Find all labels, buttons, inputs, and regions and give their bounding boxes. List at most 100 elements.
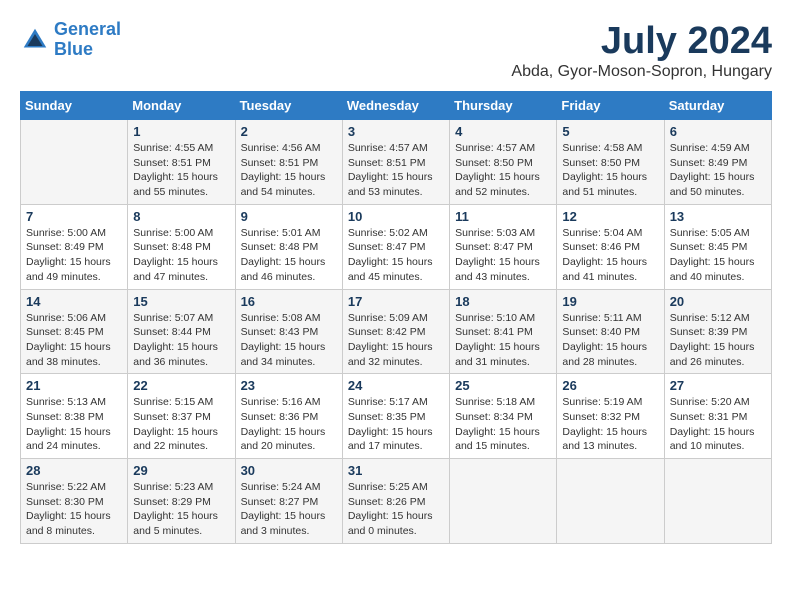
day-info: Sunrise: 5:18 AMSunset: 8:34 PMDaylight:… bbox=[455, 395, 551, 454]
calendar-week-row: 14Sunrise: 5:06 AMSunset: 8:45 PMDayligh… bbox=[21, 289, 772, 374]
day-info: Sunrise: 5:06 AMSunset: 8:45 PMDaylight:… bbox=[26, 311, 122, 370]
day-info: Sunrise: 5:04 AMSunset: 8:46 PMDaylight:… bbox=[562, 226, 658, 285]
day-number: 7 bbox=[26, 209, 122, 224]
day-number: 12 bbox=[562, 209, 658, 224]
day-info: Sunrise: 5:24 AMSunset: 8:27 PMDaylight:… bbox=[241, 480, 337, 539]
day-info: Sunrise: 5:12 AMSunset: 8:39 PMDaylight:… bbox=[670, 311, 766, 370]
header-day: Tuesday bbox=[235, 92, 342, 120]
day-info: Sunrise: 5:25 AMSunset: 8:26 PMDaylight:… bbox=[348, 480, 444, 539]
header-day: Wednesday bbox=[342, 92, 449, 120]
calendar-cell bbox=[664, 459, 771, 544]
calendar-cell: 27 Sunrise: 5:20 AMSunset: 8:31 PMDayligh… bbox=[664, 374, 771, 459]
day-info: Sunrise: 5:01 AMSunset: 8:48 PMDaylight:… bbox=[241, 226, 337, 285]
header-day: Friday bbox=[557, 92, 664, 120]
day-number: 19 bbox=[562, 294, 658, 309]
title-section: July 2024 Abda, Gyor-Moson-Sopron, Hunga… bbox=[511, 20, 772, 81]
calendar-cell: 24Sunrise: 5:17 AMSunset: 8:35 PMDayligh… bbox=[342, 374, 449, 459]
calendar-cell: 12 Sunrise: 5:04 AMSunset: 8:46 PMDayligh… bbox=[557, 204, 664, 289]
day-info: Sunrise: 5:13 AMSunset: 8:38 PMDaylight:… bbox=[26, 395, 122, 454]
day-info: Sunrise: 4:57 AMSunset: 8:51 PMDaylight:… bbox=[348, 141, 444, 200]
day-info: Sunrise: 4:59 AMSunset: 8:49 PMDaylight:… bbox=[670, 141, 766, 200]
day-info: Sunrise: 5:07 AMSunset: 8:44 PMDaylight:… bbox=[133, 311, 229, 370]
calendar-cell bbox=[21, 120, 128, 205]
calendar-cell: 15Sunrise: 5:07 AMSunset: 8:44 PMDayligh… bbox=[128, 289, 235, 374]
day-number: 26 bbox=[562, 378, 658, 393]
calendar-cell: 3 Sunrise: 4:57 AMSunset: 8:51 PMDaylight… bbox=[342, 120, 449, 205]
calendar-cell: 10Sunrise: 5:02 AMSunset: 8:47 PMDayligh… bbox=[342, 204, 449, 289]
day-info: Sunrise: 5:16 AMSunset: 8:36 PMDaylight:… bbox=[241, 395, 337, 454]
day-number: 2 bbox=[241, 124, 337, 139]
day-number: 4 bbox=[455, 124, 551, 139]
calendar-week-row: 28 Sunrise: 5:22 AMSunset: 8:30 PMDayligh… bbox=[21, 459, 772, 544]
day-info: Sunrise: 5:09 AMSunset: 8:42 PMDaylight:… bbox=[348, 311, 444, 370]
calendar-cell: 22Sunrise: 5:15 AMSunset: 8:37 PMDayligh… bbox=[128, 374, 235, 459]
calendar-cell: 28 Sunrise: 5:22 AMSunset: 8:30 PMDayligh… bbox=[21, 459, 128, 544]
day-info: Sunrise: 5:22 AMSunset: 8:30 PMDaylight:… bbox=[26, 480, 122, 539]
day-number: 25 bbox=[455, 378, 551, 393]
day-number: 8 bbox=[133, 209, 229, 224]
day-info: Sunrise: 5:20 AMSunset: 8:31 PMDaylight:… bbox=[670, 395, 766, 454]
day-info: Sunrise: 5:19 AMSunset: 8:32 PMDaylight:… bbox=[562, 395, 658, 454]
calendar-cell: 29 Sunrise: 5:23 AMSunset: 8:29 PMDayligh… bbox=[128, 459, 235, 544]
calendar-cell: 9 Sunrise: 5:01 AMSunset: 8:48 PMDaylight… bbox=[235, 204, 342, 289]
day-number: 31 bbox=[348, 463, 444, 478]
calendar-cell: 13Sunrise: 5:05 AMSunset: 8:45 PMDayligh… bbox=[664, 204, 771, 289]
day-number: 9 bbox=[241, 209, 337, 224]
calendar-cell: 17 Sunrise: 5:09 AMSunset: 8:42 PMDayligh… bbox=[342, 289, 449, 374]
day-info: Sunrise: 5:05 AMSunset: 8:45 PMDaylight:… bbox=[670, 226, 766, 285]
day-number: 23 bbox=[241, 378, 337, 393]
month-title: July 2024 bbox=[511, 20, 772, 63]
day-number: 18 bbox=[455, 294, 551, 309]
day-number: 5 bbox=[562, 124, 658, 139]
day-number: 3 bbox=[348, 124, 444, 139]
logo-icon bbox=[20, 25, 50, 55]
calendar-cell: 5 Sunrise: 4:58 AMSunset: 8:50 PMDaylight… bbox=[557, 120, 664, 205]
calendar-cell: 6 Sunrise: 4:59 AMSunset: 8:49 PMDaylight… bbox=[664, 120, 771, 205]
calendar-table: SundayMondayTuesdayWednesdayThursdayFrid… bbox=[20, 91, 772, 544]
day-info: Sunrise: 5:03 AMSunset: 8:47 PMDaylight:… bbox=[455, 226, 551, 285]
calendar-cell: 2 Sunrise: 4:56 AMSunset: 8:51 PMDaylight… bbox=[235, 120, 342, 205]
calendar-cell: 14Sunrise: 5:06 AMSunset: 8:45 PMDayligh… bbox=[21, 289, 128, 374]
day-number: 17 bbox=[348, 294, 444, 309]
logo: General Blue bbox=[20, 20, 121, 60]
calendar-cell bbox=[450, 459, 557, 544]
day-info: Sunrise: 4:56 AMSunset: 8:51 PMDaylight:… bbox=[241, 141, 337, 200]
calendar-week-row: 1Sunrise: 4:55 AMSunset: 8:51 PMDaylight… bbox=[21, 120, 772, 205]
calendar-cell: 7 Sunrise: 5:00 AMSunset: 8:49 PMDaylight… bbox=[21, 204, 128, 289]
calendar-cell: 30 Sunrise: 5:24 AMSunset: 8:27 PMDayligh… bbox=[235, 459, 342, 544]
day-number: 16 bbox=[241, 294, 337, 309]
day-number: 27 bbox=[670, 378, 766, 393]
calendar-week-row: 7 Sunrise: 5:00 AMSunset: 8:49 PMDaylight… bbox=[21, 204, 772, 289]
day-info: Sunrise: 5:17 AMSunset: 8:35 PMDaylight:… bbox=[348, 395, 444, 454]
calendar-cell: 21Sunrise: 5:13 AMSunset: 8:38 PMDayligh… bbox=[21, 374, 128, 459]
calendar-cell: 1Sunrise: 4:55 AMSunset: 8:51 PMDaylight… bbox=[128, 120, 235, 205]
calendar-cell: 11 Sunrise: 5:03 AMSunset: 8:47 PMDayligh… bbox=[450, 204, 557, 289]
calendar-cell: 25 Sunrise: 5:18 AMSunset: 8:34 PMDayligh… bbox=[450, 374, 557, 459]
day-number: 20 bbox=[670, 294, 766, 309]
day-info: Sunrise: 5:10 AMSunset: 8:41 PMDaylight:… bbox=[455, 311, 551, 370]
calendar-cell: 20 Sunrise: 5:12 AMSunset: 8:39 PMDayligh… bbox=[664, 289, 771, 374]
day-number: 6 bbox=[670, 124, 766, 139]
day-info: Sunrise: 5:11 AMSunset: 8:40 PMDaylight:… bbox=[562, 311, 658, 370]
calendar-cell: 18 Sunrise: 5:10 AMSunset: 8:41 PMDayligh… bbox=[450, 289, 557, 374]
calendar-cell: 31 Sunrise: 5:25 AMSunset: 8:26 PMDayligh… bbox=[342, 459, 449, 544]
day-number: 28 bbox=[26, 463, 122, 478]
day-info: Sunrise: 5:00 AMSunset: 8:49 PMDaylight:… bbox=[26, 226, 122, 285]
calendar-cell: 19 Sunrise: 5:11 AMSunset: 8:40 PMDayligh… bbox=[557, 289, 664, 374]
day-info: Sunrise: 4:58 AMSunset: 8:50 PMDaylight:… bbox=[562, 141, 658, 200]
day-number: 11 bbox=[455, 209, 551, 224]
day-info: Sunrise: 5:23 AMSunset: 8:29 PMDaylight:… bbox=[133, 480, 229, 539]
header-day: Monday bbox=[128, 92, 235, 120]
calendar-cell: 16 Sunrise: 5:08 AMSunset: 8:43 PMDayligh… bbox=[235, 289, 342, 374]
day-number: 22 bbox=[133, 378, 229, 393]
day-info: Sunrise: 5:00 AMSunset: 8:48 PMDaylight:… bbox=[133, 226, 229, 285]
day-number: 29 bbox=[133, 463, 229, 478]
page-header: General Blue July 2024 Abda, Gyor-Moson-… bbox=[20, 20, 772, 81]
day-number: 30 bbox=[241, 463, 337, 478]
day-number: 10 bbox=[348, 209, 444, 224]
calendar-cell: 26 Sunrise: 5:19 AMSunset: 8:32 PMDayligh… bbox=[557, 374, 664, 459]
calendar-cell: 4Sunrise: 4:57 AMSunset: 8:50 PMDaylight… bbox=[450, 120, 557, 205]
header-day: Saturday bbox=[664, 92, 771, 120]
day-info: Sunrise: 5:08 AMSunset: 8:43 PMDaylight:… bbox=[241, 311, 337, 370]
header-day: Thursday bbox=[450, 92, 557, 120]
